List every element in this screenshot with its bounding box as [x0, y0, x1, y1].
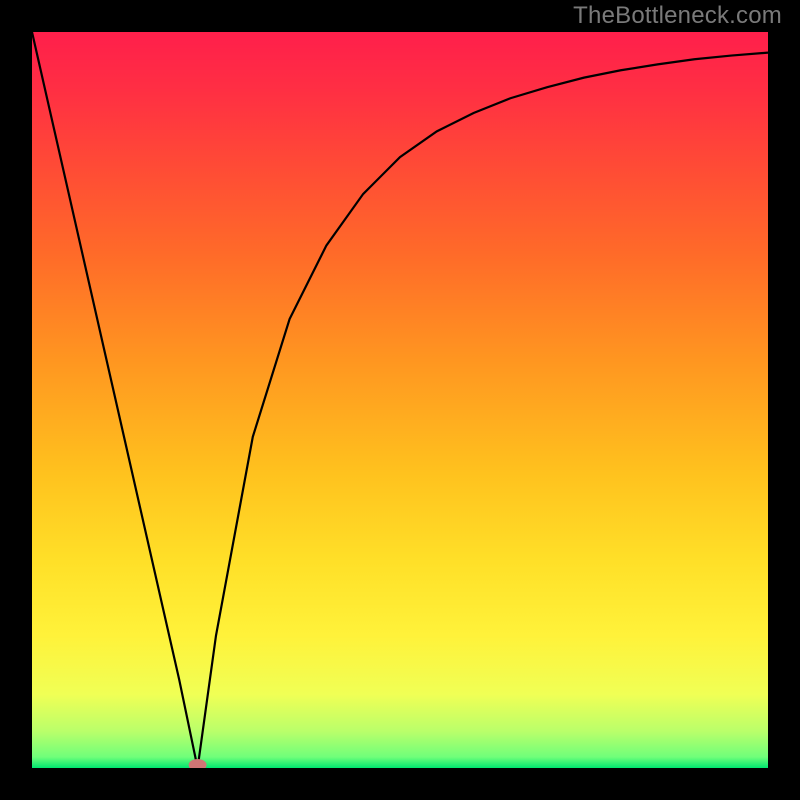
watermark-text: TheBottleneck.com	[573, 2, 782, 30]
optimal-point-marker	[189, 759, 207, 771]
chart-canvas	[0, 0, 800, 800]
plot-background	[32, 32, 768, 768]
chart-frame: TheBottleneck.com	[0, 0, 800, 800]
